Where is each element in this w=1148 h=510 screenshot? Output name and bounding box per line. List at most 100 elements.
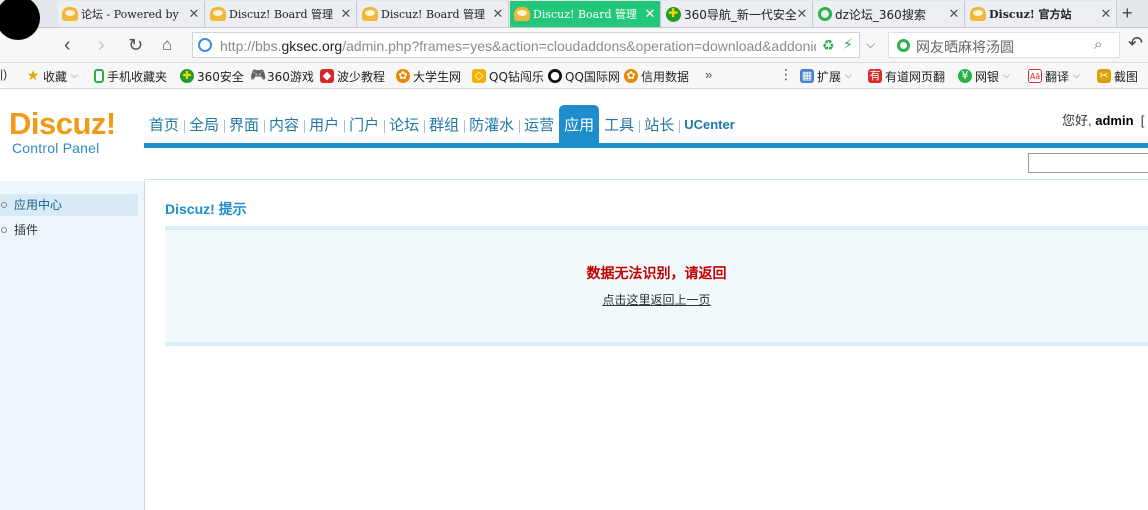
discuz-icon xyxy=(514,7,530,21)
undo-icon[interactable]: ↶ xyxy=(1128,33,1143,54)
search-input[interactable]: 网友晒麻将汤圆 ⌕ xyxy=(888,32,1120,58)
sidebar-toggle-icon[interactable]: |) xyxy=(0,67,7,81)
close-icon[interactable]: ✕ xyxy=(644,7,656,20)
discuz-icon xyxy=(362,7,378,21)
back-icon[interactable]: ‹ xyxy=(64,34,71,56)
nav-users[interactable]: 用户 xyxy=(304,105,344,143)
tab-label: 论坛 - Powered by xyxy=(81,8,179,21)
bank-icon: ¥ xyxy=(958,69,972,83)
nav-webmaster[interactable]: 站长 xyxy=(639,105,679,143)
qq-icon: ● xyxy=(548,69,562,83)
browser-tab[interactable]: 360导航_新一代安全 ✕ xyxy=(662,1,813,27)
extension-item[interactable]: ¥ 网银 ⌵ xyxy=(958,67,1010,85)
admin-search-input[interactable] xyxy=(1028,153,1148,173)
nav-anti-spam[interactable]: 防灌水 xyxy=(464,105,519,143)
sidebar-item-plugins[interactable]: 插件 xyxy=(0,219,138,241)
extension-item[interactable]: ▦ 扩展 ⌵ xyxy=(800,67,852,85)
bookmark-favorites[interactable]: ★ 收藏 ⌵ xyxy=(26,67,78,85)
chevron-down-icon: ⌵ xyxy=(845,71,852,81)
star-icon: ★ xyxy=(26,68,40,84)
nav-forum[interactable]: 论坛 xyxy=(384,105,424,143)
notice-box: 数据无法识别，请返回 点击这里返回上一页 xyxy=(165,226,1148,346)
nav-home[interactable]: 首页 xyxy=(144,105,184,143)
sidebar-item-app-center[interactable]: 应用中心 xyxy=(0,194,138,216)
nav-global[interactable]: 全局 xyxy=(184,105,224,143)
nav-interface[interactable]: 界面 xyxy=(224,105,264,143)
bookmark-item[interactable]: ● QQ国际网 xyxy=(548,67,620,85)
nav-portal[interactable]: 门户 xyxy=(344,105,384,143)
chevron-down-icon: ⌵ xyxy=(1003,71,1010,81)
screenshot-icon: ✂ xyxy=(1097,69,1111,83)
bookmarks-bar: |) ★ 收藏 ⌵ 手机收藏夹 ✚ 360安全 🎮 360游戏 ◆ 波少教程 ✿… xyxy=(0,63,1148,89)
reload-icon[interactable]: ↻ xyxy=(128,34,143,56)
nav-tools[interactable]: 工具 xyxy=(599,105,639,143)
back-link[interactable]: 点击这里返回上一页 xyxy=(165,291,1148,308)
shield360-icon: ✚ xyxy=(180,69,194,83)
nav-apps[interactable]: 应用 xyxy=(559,105,600,143)
bookmark-item[interactable]: ✚ 360安全 xyxy=(180,67,244,85)
chevron-down-icon: ⌵ xyxy=(71,71,78,81)
extension-item[interactable]: ✂ 截图 xyxy=(1097,67,1138,85)
college-icon: ✿ xyxy=(396,69,410,83)
new-tab-button[interactable]: + xyxy=(1122,3,1133,24)
tab-label: Discuz! Board 管理 xyxy=(229,8,334,21)
bookmark-item[interactable]: 手机收藏夹 xyxy=(94,67,167,85)
close-icon[interactable]: ✕ xyxy=(948,7,960,20)
bookmark-item[interactable]: ✿ 信用数据 xyxy=(624,67,689,85)
browser-tab-active[interactable]: Discuz! Board 管理 ✕ xyxy=(510,1,661,27)
search-icon[interactable]: ⌕ xyxy=(1094,36,1102,53)
discuz-logo[interactable]: Discuz! Control Panel xyxy=(9,107,116,157)
browser-tab[interactable]: Discuz! Board 管理 ✕ xyxy=(206,1,357,27)
forward-icon[interactable]: › xyxy=(98,34,105,56)
extension-item[interactable]: 有 有道网页翻 xyxy=(868,67,945,85)
url-text[interactable]: http://bbs.gksec.org/admin.php?frames=ye… xyxy=(220,38,816,54)
translate-icon: Aā xyxy=(1028,69,1042,83)
username-link[interactable]: admin xyxy=(1095,113,1133,128)
home-icon[interactable]: ⌂ xyxy=(162,34,172,56)
bosha-icon: ◆ xyxy=(320,69,334,83)
close-icon[interactable]: ✕ xyxy=(492,7,504,20)
browser-tab[interactable]: Discuz! 官方站 ✕ xyxy=(966,1,1117,27)
browser-tab[interactable]: Discuz! Board 管理 ✕ xyxy=(358,1,509,27)
tab-label: Discuz! Board 管理 xyxy=(381,8,486,21)
youdao-icon: 有 xyxy=(868,69,882,83)
qq-diamond-icon: ◇ xyxy=(472,69,486,83)
globe-icon xyxy=(198,38,212,52)
tab-label: Discuz! Board 管理 xyxy=(533,8,638,21)
nav-groups[interactable]: 群组 xyxy=(424,105,464,143)
user-greeting: 您好, admin [ xyxy=(1062,113,1145,128)
tab-strip: 论坛 - Powered by ✕ Discuz! Board 管理 ✕ Dis… xyxy=(0,0,1148,40)
nav-operations[interactable]: 运营 xyxy=(519,105,559,143)
bookmark-item[interactable]: ◇ QQ钻闯乐 xyxy=(472,67,544,85)
bookmark-item[interactable]: ✿ 大学生网 xyxy=(396,67,461,85)
discuz-icon xyxy=(210,7,226,21)
extension-item[interactable]: Aā 翻译 ⌵ xyxy=(1028,67,1080,85)
close-icon[interactable]: ✕ xyxy=(188,7,200,20)
menu-dots-icon[interactable]: ⋮ xyxy=(779,66,793,83)
close-icon[interactable]: ✕ xyxy=(796,7,808,20)
close-icon[interactable]: ✕ xyxy=(1100,7,1112,20)
logo-subtitle: Control Panel xyxy=(12,140,100,156)
bookmark-item[interactable]: ◆ 波少教程 xyxy=(320,67,385,85)
bookmark-item[interactable]: 🎮 360游戏 xyxy=(250,67,314,85)
recycle-icon[interactable]: ♻ xyxy=(822,37,835,54)
chevron-down-icon[interactable]: ⌵ xyxy=(866,37,875,52)
navigation-bar: ‹ › ↻ ⌂ http://bbs.gksec.org/admin.php?f… xyxy=(0,28,1148,63)
tab-label: Discuz! 官方站 xyxy=(989,8,1072,21)
nav-content[interactable]: 内容 xyxy=(264,105,304,143)
gamepad-icon: 🎮 xyxy=(250,68,267,83)
main-content: Discuz! 提示 数据无法识别，请返回 点击这里返回上一页 xyxy=(145,181,1148,510)
address-bar[interactable]: http://bbs.gksec.org/admin.php?frames=ye… xyxy=(192,32,860,58)
sub-menu-bar xyxy=(144,148,1148,180)
lightning-icon[interactable]: ⚡ xyxy=(843,36,853,53)
close-icon[interactable]: ✕ xyxy=(340,7,352,20)
chevron-down-icon: ⌵ xyxy=(1073,71,1080,81)
nav-ucenter[interactable]: UCenter xyxy=(679,105,740,143)
notice-title: Discuz! 提示 xyxy=(165,201,247,217)
left-sidebar: 应用中心 插件 xyxy=(0,181,145,510)
more-bookmarks-button[interactable]: » xyxy=(705,67,712,82)
error-message: 数据无法识别，请返回 xyxy=(586,265,727,281)
search-suggestion[interactable]: 网友晒麻将汤圆 xyxy=(916,37,1014,57)
browser-tab[interactable]: 论坛 - Powered by ✕ xyxy=(58,1,205,27)
browser-tab[interactable]: dz论坛_360搜索 ✕ xyxy=(814,1,965,27)
